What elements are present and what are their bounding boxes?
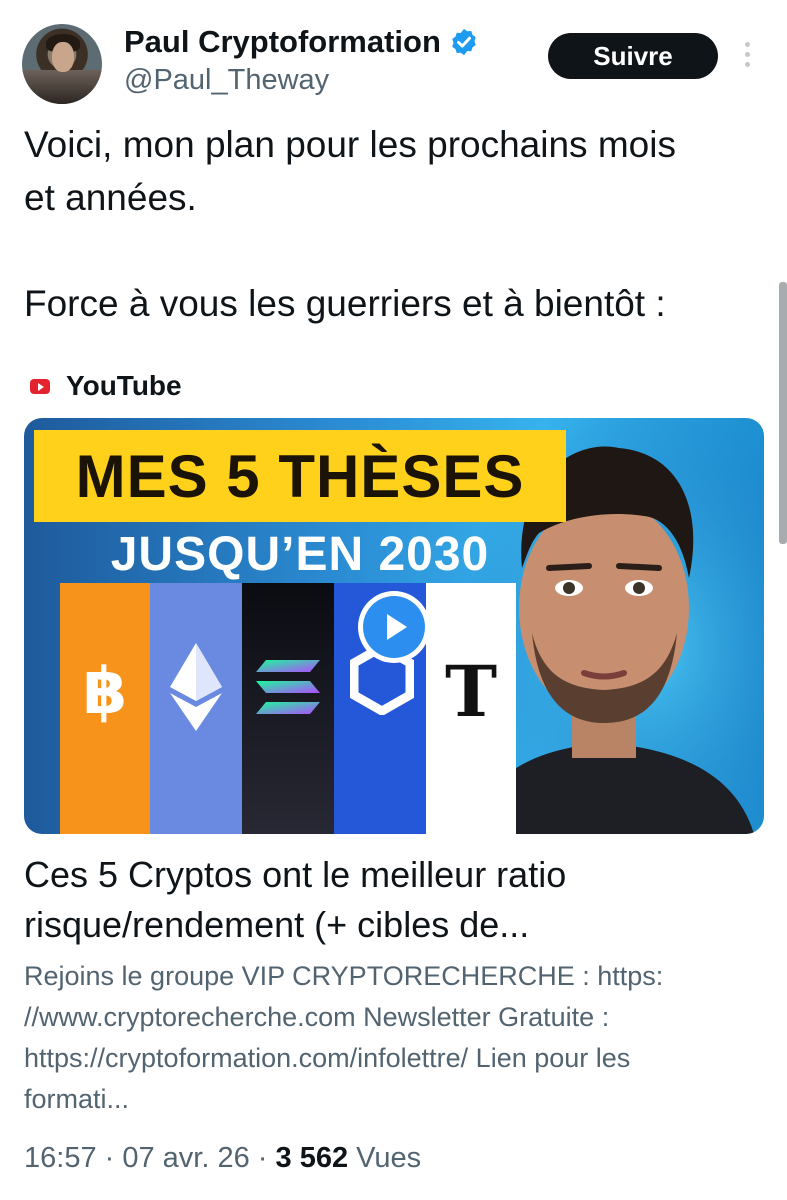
avatar-face [52,42,74,72]
author-display-name[interactable]: Paul Cryptoformation [124,24,441,60]
tweet-line: et années. [24,177,197,218]
author-handle[interactable]: @Paul_Theway [124,64,329,97]
thumbnail-subheadline: JUSQU’EN 2030 [110,527,490,581]
card-description-line: Rejoins le groupe VIP CRYPTORECHERCHE : … [24,961,664,991]
card-description-line: https://cryptoformation.com/infolettre/ … [24,1043,631,1073]
youtube-icon [30,378,50,394]
author-name-row: Paul Cryptoformation [124,22,479,62]
views-label[interactable]: Vues [348,1142,421,1174]
card-source[interactable]: YouTube [30,366,182,406]
card-title[interactable]: Ces 5 Cryptos ont le meilleur ratio risq… [24,850,764,950]
scrollbar[interactable] [779,282,787,544]
play-icon[interactable] [358,591,430,663]
solana-icon [256,660,320,714]
tweet-line: Voici, mon plan pour les prochains mois [24,124,676,165]
avatar[interactable] [22,24,102,104]
meta-separator: · [249,1142,276,1174]
thumbnail-headline: MES 5 THÈSES [75,442,525,510]
card-source-name: YouTube [66,370,182,401]
follow-button[interactable]: Suivre [548,33,718,79]
more-vertical-icon[interactable] [740,42,754,72]
avatar-fur [22,70,102,104]
card-description[interactable]: Rejoins le groupe VIP CRYPTORECHERCHE : … [24,956,769,1120]
tweet-time[interactable]: 16:57 [24,1142,97,1174]
bitcoin-icon: ฿ [82,654,128,727]
card-title-line: Ces 5 Cryptos ont le meilleur ratio [24,854,567,895]
card-description-line: formati... [24,1084,130,1114]
tweet-meta: 16:57 · 07 avr. 26 · 3 562 Vues [24,1142,421,1175]
tweet-date[interactable]: 07 avr. 26 [122,1142,249,1174]
bittensor-icon: T [444,649,498,733]
views-count[interactable]: 3 562 [276,1142,349,1174]
video-thumbnail[interactable]: MES 5 THÈSES JUSQU’EN 2030 ฿ T [24,418,764,834]
card-description-line: //www.cryptorecherche.com Newsletter Gra… [24,1002,610,1032]
card-title-line: risque/rendement (+ cibles de... [24,904,530,945]
ethereum-icon [170,643,222,731]
meta-separator: · [96,1142,123,1174]
verified-badge-icon [452,28,476,56]
tweet-text: Voici, mon plan pour les prochains mois … [24,118,764,330]
tweet-line: Force à vous les guerriers et à bientôt … [24,283,666,324]
